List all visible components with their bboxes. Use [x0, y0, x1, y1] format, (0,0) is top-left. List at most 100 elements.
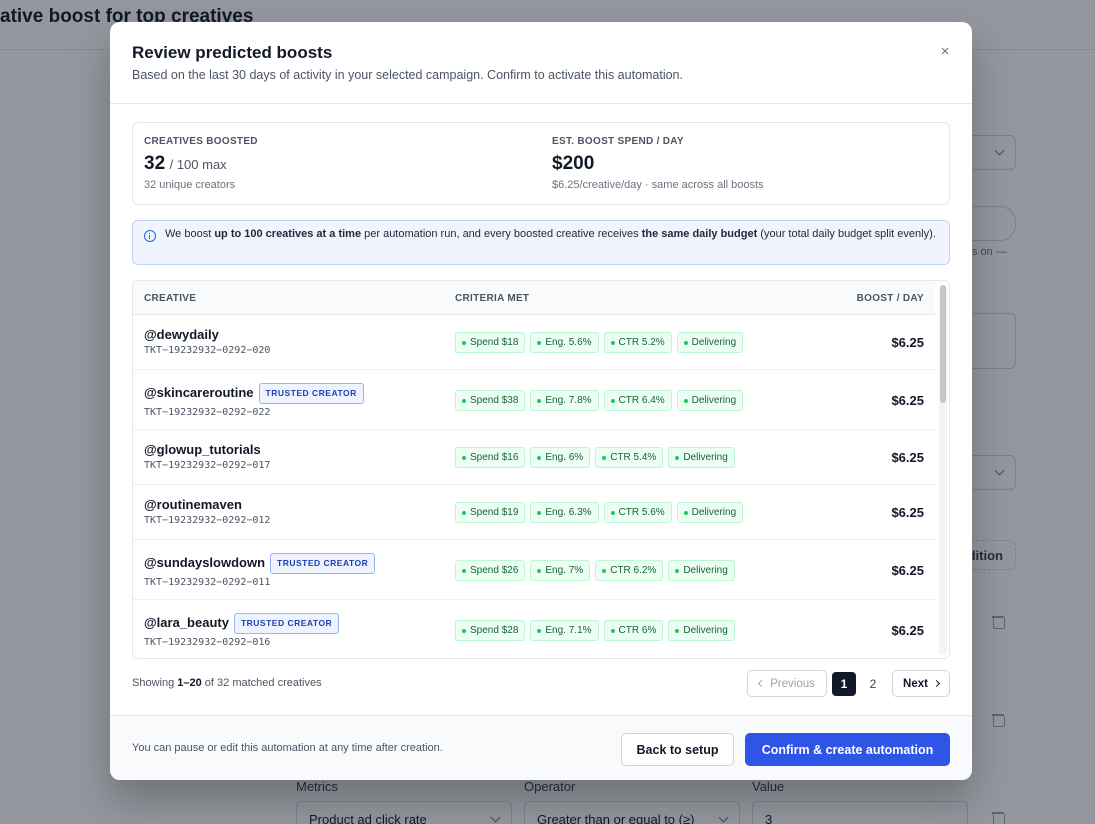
criteria-tag-label: Spend $28: [470, 625, 519, 636]
criteria-tags: Spend $26 Eng. 7% CTR 6.2% Delivering: [455, 560, 735, 581]
criteria-tag-label: Spend $16: [470, 452, 519, 463]
status-dot-icon: [610, 398, 615, 403]
chevron-left-icon: [758, 679, 766, 688]
criteria-tags: Spend $16 Eng. 6% CTR 5.4% Delivering: [455, 447, 735, 468]
stat-label: CREATIVES BOOSTED: [144, 136, 258, 147]
stat-note: $6.25/creative/day · same across all boo…: [552, 179, 764, 191]
criteria-tag: Spend $28: [455, 620, 526, 641]
criteria-tag: Delivering: [668, 447, 735, 468]
status-dot-icon: [462, 340, 466, 345]
criteria-tag: Spend $38: [455, 390, 526, 411]
criteria-tag-label: Eng. 7.1%: [545, 625, 592, 636]
criteria-tags: Spend $18 Eng. 5.6% CTR 5.2% Delivering: [455, 332, 744, 353]
status-dot-icon: [462, 398, 466, 403]
status-dot-icon: [462, 510, 466, 515]
creatives-max: / 100 max: [169, 157, 227, 172]
criteria-tag: CTR 5.4%: [595, 447, 664, 468]
creator-handle-text: @sundayslowdown: [144, 554, 266, 570]
modal-header: Review predicted boosts Based on the las…: [110, 22, 972, 104]
creator-handle: @sundayslowdown TRUSTED CREATOR: [144, 553, 376, 574]
status-dot-icon: [610, 340, 615, 345]
modal-subtitle: Based on the last 30 days of activity in…: [132, 68, 683, 82]
status-dot-icon: [537, 398, 542, 403]
info-text: We boost: [165, 228, 215, 240]
info-icon: [144, 230, 156, 242]
pagination-text: Showing: [132, 677, 178, 689]
boost-amount: $6.25: [891, 623, 924, 638]
criteria-tag: Delivering: [668, 620, 735, 641]
creative-id: TKT−19232932−0292−022: [144, 407, 271, 418]
criteria-tag-label: Delivering: [691, 337, 737, 348]
creator-handle-text: @routinemaven: [144, 497, 242, 512]
criteria-tag: Spend $16: [455, 447, 526, 468]
creator-handle: @skincareroutine TRUSTED CREATOR: [144, 383, 364, 404]
page-1-button[interactable]: 1: [832, 672, 856, 696]
stat-value: $200: [552, 153, 594, 175]
status-dot-icon: [602, 455, 607, 460]
criteria-tag: CTR 6.2%: [595, 560, 664, 581]
next-page-button[interactable]: Next: [892, 670, 950, 697]
pagination-range: 1–20: [177, 677, 202, 689]
criteria-tag: CTR 6%: [603, 620, 664, 641]
criteria-tags: Spend $38 Eng. 7.8% CTR 6.4% Delivering: [455, 390, 744, 411]
confirm-create-button[interactable]: Confirm & create automation: [745, 733, 950, 766]
creator-handle-text: @glowup_tutorials: [144, 442, 261, 457]
criteria-tag-label: CTR 6.2%: [610, 565, 657, 576]
criteria-tag-label: CTR 5.2%: [618, 337, 665, 348]
criteria-tag-label: Delivering: [683, 565, 728, 576]
status-dot-icon: [610, 628, 615, 633]
criteria-tag: CTR 6.4%: [603, 390, 672, 411]
trusted-creator-badge: TRUSTED CREATOR: [233, 613, 340, 634]
stat-label: EST. BOOST SPEND / DAY: [552, 136, 684, 147]
creator-handle: @dewydaily: [144, 327, 219, 342]
criteria-tag-label: Delivering: [691, 395, 737, 406]
info-text-bold: up to 100 creatives at a time: [214, 228, 362, 240]
creative-id: TKT−19232932−0292−017: [144, 460, 271, 471]
close-icon[interactable]: ×: [936, 42, 954, 60]
status-dot-icon: [683, 510, 688, 515]
back-to-setup-button[interactable]: Back to setup: [621, 733, 734, 766]
criteria-tag: Delivering: [676, 332, 744, 353]
criteria-tag-label: Eng. 7.8%: [545, 395, 592, 406]
criteria-tag-label: Spend $38: [470, 395, 519, 406]
creative-id: TKT−19232932−0292−016: [144, 637, 271, 648]
status-dot-icon: [675, 568, 680, 573]
criteria-tag: Eng. 7%: [530, 560, 591, 581]
status-dot-icon: [462, 568, 466, 573]
modal-footer: You can pause or edit this automation at…: [110, 715, 972, 780]
status-dot-icon: [537, 628, 542, 633]
info-text-bold: the same daily budget: [641, 228, 758, 240]
column-header-boost: BOOST / DAY: [856, 293, 924, 304]
page-2-button[interactable]: 2: [861, 672, 885, 696]
criteria-tag-label: Eng. 7%: [545, 565, 584, 576]
chevron-right-icon: [932, 679, 941, 688]
criteria-tags: Spend $28 Eng. 7.1% CTR 6% Delivering: [455, 620, 735, 641]
boost-amount: $6.25: [891, 335, 924, 350]
table-row: @skincareroutine TRUSTED CREATOR TKT−19232…: [133, 370, 935, 430]
scrollbar-thumb[interactable]: [940, 285, 946, 403]
info-text: (your total daily budget split evenly).: [757, 228, 936, 240]
creator-handle-text: @skincareroutine: [144, 384, 254, 400]
criteria-tag-label: CTR 6%: [618, 625, 657, 636]
criteria-tag: Spend $19: [455, 502, 526, 523]
criteria-tag-label: Eng. 5.6%: [545, 337, 592, 348]
info-text: per automation run, and every boosted cr…: [361, 228, 642, 240]
table-row: @sundayslowdown TRUSTED CREATOR TKT−192329…: [133, 540, 935, 600]
info-banner: We boost up to 100 creatives at a time p…: [132, 220, 950, 265]
status-dot-icon: [675, 455, 680, 460]
creatives-count: 32: [144, 153, 166, 174]
criteria-tag-label: CTR 5.6%: [618, 507, 665, 518]
creator-handle: @lara_beauty TRUSTED CREATOR: [144, 613, 340, 634]
table-scrollbar[interactable]: [939, 285, 947, 655]
stat-note: 32 unique creators: [144, 179, 236, 191]
previous-page-button[interactable]: Previous: [747, 670, 827, 697]
boost-amount: $6.25: [891, 393, 924, 408]
criteria-tag: Eng. 5.6%: [530, 332, 599, 353]
table-row: @glowup_tutorials TKT−19232932−0292−017 Sp…: [133, 430, 935, 485]
criteria-tag: Delivering: [676, 390, 744, 411]
pagination-text: of 32 matched creatives: [201, 677, 322, 689]
footer-note: You can pause or edit this automation at…: [132, 742, 443, 754]
criteria-tag: Eng. 6%: [530, 447, 591, 468]
column-header-creative: CREATIVE: [144, 293, 197, 304]
table-header: CREATIVE CRITERIA MET BOOST / DAY: [133, 281, 935, 315]
